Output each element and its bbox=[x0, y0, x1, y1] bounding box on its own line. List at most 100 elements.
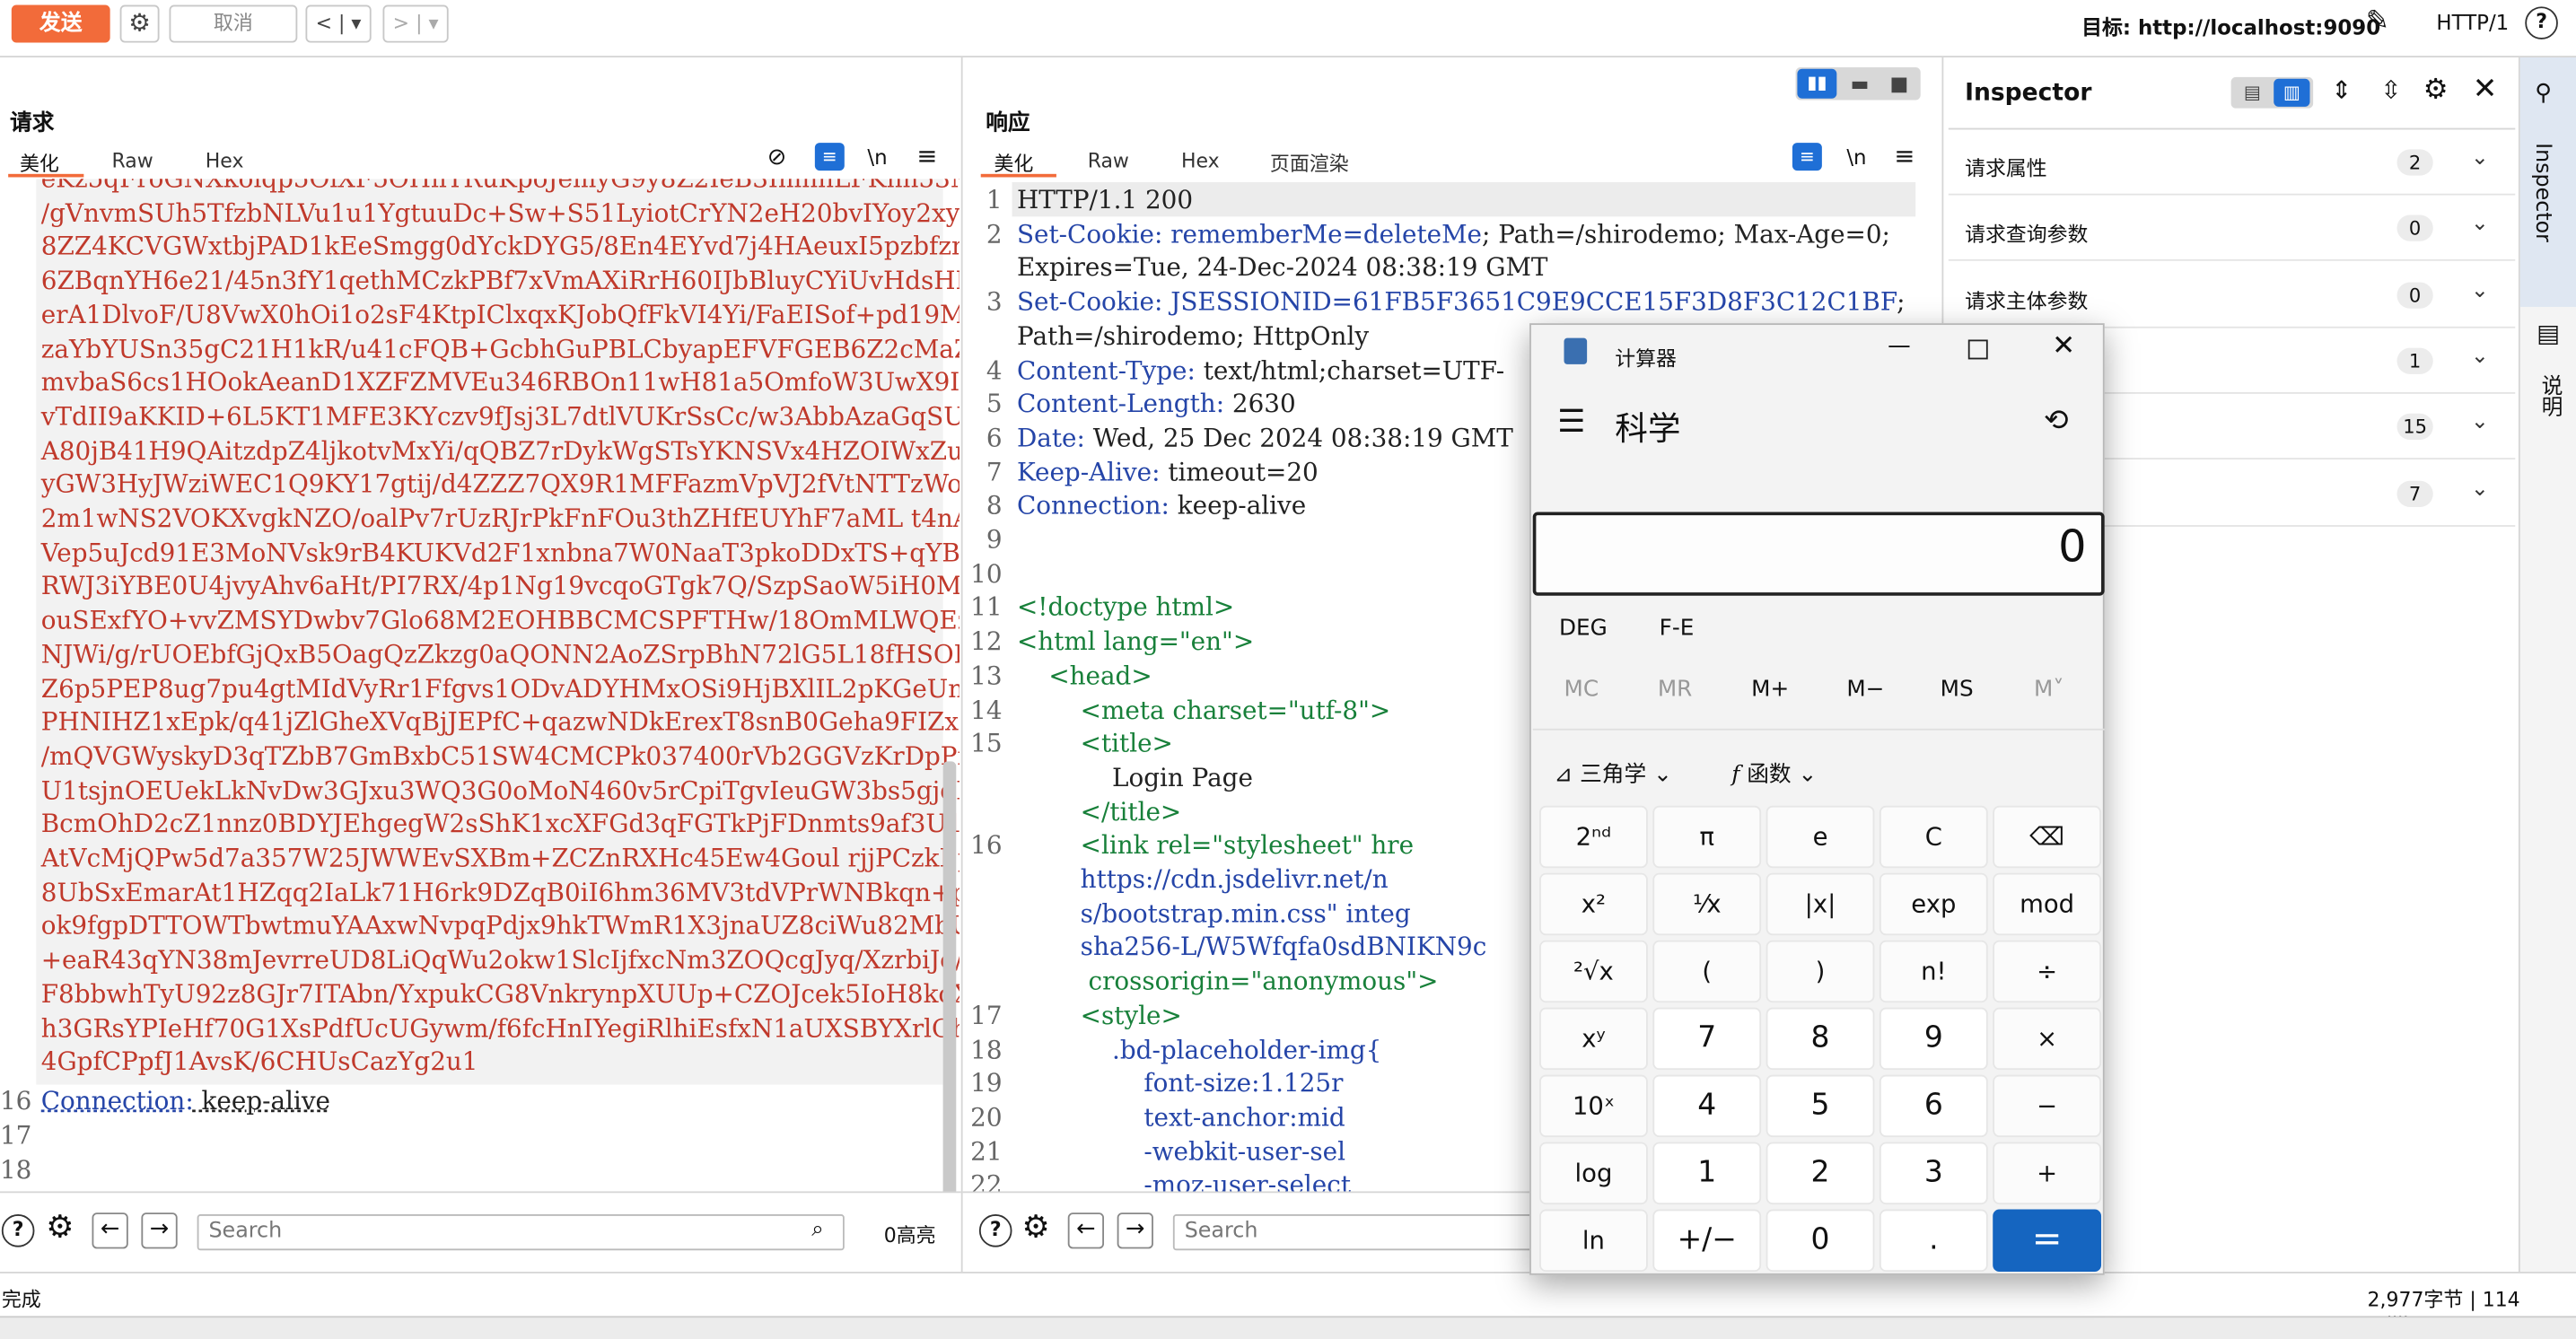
ln-button[interactable]: ln bbox=[1539, 1209, 1648, 1273]
calculator-window[interactable]: 计算器 — ✕ ☰ 科学 ⟲ 0 DEG F-E MC MR M+ M− MS … bbox=[1529, 323, 2105, 1275]
newline-toggle[interactable]: \n bbox=[867, 144, 887, 169]
help-icon[interactable]: ? bbox=[1, 1214, 35, 1247]
scrollbar[interactable] bbox=[942, 761, 957, 1192]
response-search-input[interactable]: Search bbox=[1172, 1214, 1543, 1251]
memory-store-button[interactable]: MS bbox=[1941, 676, 1974, 702]
memory-list-button[interactable]: M˅ bbox=[2034, 676, 2064, 702]
digit-6-button[interactable]: 6 bbox=[1879, 1074, 1988, 1138]
ten-power-button[interactable]: 10ˣ bbox=[1539, 1074, 1648, 1138]
digit-9-button[interactable]: 9 bbox=[1879, 1007, 1988, 1071]
decimal-button[interactable]: . bbox=[1879, 1209, 1988, 1273]
side-tab-inspector[interactable]: ⚲ Inspector bbox=[2519, 57, 2576, 307]
next-match-button[interactable]: → bbox=[141, 1212, 178, 1249]
absolute-button[interactable]: |x| bbox=[1766, 872, 1875, 936]
maximize-button[interactable] bbox=[1967, 339, 1988, 360]
settings-icon[interactable]: ⚙ bbox=[46, 1210, 74, 1246]
inspector-row[interactable]: 请求主体参数 0 ⌄ bbox=[1948, 263, 2516, 328]
request-search-input[interactable]: Search bbox=[197, 1214, 845, 1251]
minus-button[interactable]: − bbox=[1993, 1074, 2102, 1138]
menu-icon[interactable]: ≡ bbox=[916, 141, 937, 171]
chevron-down-icon[interactable]: ⌄ bbox=[2471, 279, 2489, 303]
side-tab-notes[interactable]: ▤ 说明 bbox=[2520, 311, 2576, 442]
chevron-down-icon[interactable]: ⌄ bbox=[2471, 345, 2489, 369]
function-dropdown[interactable]: f 函数 ⌄ bbox=[1731, 755, 1817, 787]
req-tab-pretty[interactable]: 美化 bbox=[20, 149, 59, 177]
send-button[interactable]: 发送 bbox=[11, 4, 110, 43]
memory-recall-button[interactable]: MR bbox=[1658, 676, 1692, 702]
fe-button[interactable]: F-E bbox=[1660, 616, 1695, 642]
help-icon[interactable]: ? bbox=[2525, 6, 2558, 39]
power-button[interactable]: xʸ bbox=[1539, 1007, 1648, 1071]
protocol-label[interactable]: HTTP/1 bbox=[2436, 10, 2509, 34]
backspace-button[interactable]: ⌫ bbox=[1993, 805, 2102, 869]
square-root-button[interactable]: ²√x bbox=[1539, 940, 1648, 1003]
settings-button[interactable]: ⚙ bbox=[119, 4, 160, 43]
plus-button[interactable]: + bbox=[1993, 1142, 2102, 1205]
resp-tab-render[interactable]: 页面渲染 bbox=[1270, 149, 1349, 177]
close-paren-button[interactable]: ) bbox=[1766, 940, 1875, 1003]
digit-8-button[interactable]: 8 bbox=[1766, 1007, 1875, 1071]
settings-icon[interactable]: ⚙ bbox=[2423, 74, 2449, 107]
equals-button[interactable]: = bbox=[1993, 1209, 2102, 1273]
inspector-layout-toggle[interactable]: ▤ ▥ bbox=[2230, 76, 2314, 109]
multiply-button[interactable]: × bbox=[1993, 1007, 2102, 1071]
negate-button[interactable]: +/− bbox=[1652, 1209, 1762, 1273]
single-pane-icon[interactable]: ■ bbox=[1881, 69, 1917, 99]
e-button[interactable]: e bbox=[1766, 805, 1875, 869]
hide-icon[interactable]: ⊘ bbox=[767, 144, 786, 171]
log-button[interactable]: log bbox=[1539, 1142, 1648, 1205]
req-tab-hex[interactable]: Hex bbox=[206, 149, 244, 172]
memory-add-button[interactable]: M+ bbox=[1751, 676, 1789, 702]
hamburger-menu-icon[interactable]: ☰ bbox=[1557, 404, 1585, 440]
history-icon[interactable]: ⟲ bbox=[2044, 404, 2069, 438]
prev-match-button[interactable]: ← bbox=[92, 1212, 128, 1249]
digit-3-button[interactable]: 3 bbox=[1879, 1142, 1988, 1205]
edit-target-icon[interactable]: ✎ bbox=[2366, 4, 2389, 38]
mod-button[interactable]: mod bbox=[1993, 872, 2102, 936]
menu-icon[interactable]: ≡ bbox=[1894, 141, 1914, 171]
digit-7-button[interactable]: 7 bbox=[1652, 1007, 1762, 1071]
reciprocal-button[interactable]: ¹⁄x bbox=[1652, 872, 1762, 936]
resp-tab-hex[interactable]: Hex bbox=[1181, 149, 1220, 172]
next-match-button[interactable]: → bbox=[1117, 1212, 1153, 1249]
layout-toggle-group[interactable]: ▮▮ ▬ ■ bbox=[1795, 66, 1921, 101]
chevron-down-icon[interactable]: ⌄ bbox=[2471, 212, 2489, 236]
prev-match-button[interactable]: ← bbox=[1067, 1212, 1105, 1249]
square-button[interactable]: x² bbox=[1539, 872, 1648, 936]
pi-button[interactable]: π bbox=[1652, 805, 1762, 869]
help-icon[interactable]: ? bbox=[978, 1214, 1012, 1247]
chevron-down-icon[interactable]: ⌄ bbox=[2471, 477, 2489, 502]
close-button[interactable]: ✕ bbox=[2052, 330, 2075, 363]
digit-0-button[interactable]: 0 bbox=[1766, 1209, 1875, 1273]
exp-button[interactable]: exp bbox=[1879, 872, 1988, 936]
memory-clear-button[interactable]: MC bbox=[1564, 676, 1599, 702]
inspector-row[interactable]: 请求属性 2 ⌄ bbox=[1948, 129, 2516, 196]
divide-button[interactable]: ÷ bbox=[1993, 940, 2102, 1003]
cancel-button[interactable]: 取消 bbox=[169, 4, 298, 43]
wrap-toggle-icon[interactable]: ≡ bbox=[1792, 143, 1822, 171]
inspector-row[interactable]: 请求查询参数 0 ⌄ bbox=[1948, 196, 2516, 261]
open-paren-button[interactable]: ( bbox=[1652, 940, 1762, 1003]
expand-all-icon[interactable]: ⇕ bbox=[2331, 75, 2352, 105]
collapse-all-icon[interactable]: ⇳ bbox=[2380, 75, 2401, 105]
split-horizontal-icon[interactable]: ▮▮ bbox=[1797, 68, 1837, 99]
digit-4-button[interactable]: 4 bbox=[1652, 1074, 1762, 1138]
second-function-button[interactable]: 2ⁿᵈ bbox=[1539, 805, 1648, 869]
split-vertical-icon[interactable]: ▬ bbox=[1842, 69, 1878, 99]
digit-2-button[interactable]: 2 bbox=[1766, 1142, 1875, 1205]
minimize-button[interactable]: — bbox=[1888, 333, 1911, 359]
forward-nav-button[interactable]: > | ▾ bbox=[382, 4, 449, 43]
clear-button[interactable]: C bbox=[1879, 805, 1988, 869]
chevron-down-icon[interactable]: ⌄ bbox=[2471, 146, 2489, 171]
close-icon[interactable]: ✕ bbox=[2473, 72, 2498, 106]
memory-subtract-button[interactable]: M− bbox=[1846, 676, 1884, 702]
angle-unit-button[interactable]: DEG bbox=[1559, 616, 1608, 642]
chevron-down-icon[interactable]: ⌄ bbox=[2471, 410, 2489, 434]
resp-tab-raw[interactable]: Raw bbox=[1088, 149, 1129, 172]
factorial-button[interactable]: n! bbox=[1879, 940, 1988, 1003]
split-view-icon[interactable]: ▥ bbox=[2274, 78, 2310, 107]
trigonometry-dropdown[interactable]: ⊿ 三角学 ⌄ bbox=[1555, 755, 1672, 787]
list-view-icon[interactable]: ▤ bbox=[2234, 79, 2270, 107]
digit-1-button[interactable]: 1 bbox=[1652, 1142, 1762, 1205]
digit-5-button[interactable]: 5 bbox=[1766, 1074, 1875, 1138]
